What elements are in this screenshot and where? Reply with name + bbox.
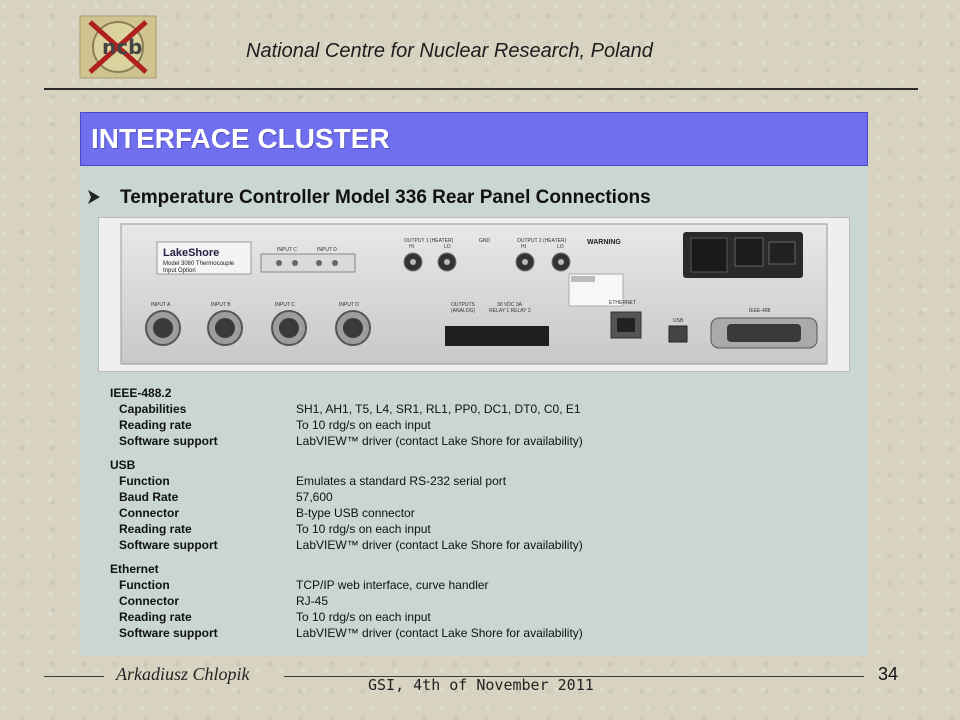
spec-value: 57,600	[296, 490, 333, 504]
warning-label: WARNING	[587, 239, 621, 246]
module-label-2: Input Option	[163, 268, 196, 274]
footer-divider-left	[44, 676, 104, 677]
spec-value: SH1, AH1, T5, L4, SR1, RL1, PP0, DC1, DT…	[296, 402, 581, 416]
spec-row: Software support LabVIEW™ driver (contact…	[110, 433, 730, 449]
spec-row: Function Emulates a standard RS-232 seria…	[110, 473, 730, 489]
spec-value: B-type USB connector	[296, 506, 415, 520]
spec-value: RJ-45	[296, 594, 329, 608]
page-number: 34	[878, 664, 899, 684]
spec-key: Reading rate	[119, 610, 192, 624]
output2-hi-label: HI	[521, 244, 526, 250]
spec-row: Reading rate To 10 rdg/s on each input	[110, 521, 730, 537]
spec-value: To 10 rdg/s on each input	[296, 522, 431, 536]
spec-key: Software support	[119, 626, 218, 640]
spec-heading: USB	[110, 458, 136, 472]
output1-hi-label: HI	[409, 244, 414, 250]
arrow-bullet-icon	[88, 190, 100, 204]
spec-row: Reading rate To 10 rdg/s on each input	[110, 417, 730, 433]
spec-key: Reading rate	[119, 522, 192, 536]
spec-row: Capabilities SH1, AH1, T5, L4, SR1, RL1, …	[110, 401, 730, 417]
usb-label: USB	[673, 318, 684, 324]
organization-title: National Centre for Nuclear Research, Po…	[246, 40, 653, 62]
interface-specifications: IEEE-488.2 Capabilities SH1, AH1, T5, L4,…	[110, 385, 730, 649]
top-input-c-label: INPUT C	[277, 247, 297, 253]
ethernet-label: ETHERNET	[609, 300, 636, 306]
spec-row: Connector B-type USB connector	[110, 505, 730, 521]
header-divider	[44, 88, 918, 90]
gnd-label: GND	[479, 238, 491, 244]
spec-group-ieee: IEEE-488.2 Capabilities SH1, AH1, T5, L4,…	[110, 385, 730, 449]
slide-title: INTERFACE CLUSTER	[91, 123, 390, 154]
spec-value: Emulates a standard RS-232 serial port	[296, 474, 507, 488]
slide-title-bar: INTERFACE CLUSTER	[80, 112, 868, 166]
spec-key: Reading rate	[119, 418, 192, 432]
top-input-d-label: INPUT D	[317, 247, 337, 253]
spec-key: Function	[119, 578, 170, 592]
relays-label: RELAY 1 RELAY 2	[489, 308, 531, 314]
spec-key: Connector	[119, 506, 179, 520]
module-label-1: Model 3060 Thermocouple	[163, 261, 235, 267]
input-b-label: INPUT B	[211, 302, 231, 308]
input-c-label: INPUT C	[275, 302, 295, 308]
spec-key: Software support	[119, 538, 218, 552]
spec-group-usb: USB Function Emulates a standard RS-232 s…	[110, 457, 730, 553]
output1-lo-label: LO	[444, 244, 451, 250]
input-a-label: INPUT A	[151, 302, 171, 308]
spec-row: Function TCP/IP web interface, curve hand…	[110, 577, 730, 593]
spec-group-ethernet: Ethernet Function TCP/IP web interface, c…	[110, 561, 730, 641]
author-name: Arkadiusz Chlopik	[116, 664, 250, 684]
spec-key: Software support	[119, 434, 218, 448]
spec-row: Connector RJ-45	[110, 593, 730, 609]
brand-label: LakeShore	[163, 247, 219, 259]
spec-key: Capabilities	[119, 402, 187, 416]
spec-value: LabVIEW™ driver (contact Lake Shore for …	[296, 626, 583, 640]
spec-heading: IEEE-488.2	[110, 386, 172, 400]
output2-lo-label: LO	[557, 244, 564, 250]
rear-panel-photo: LakeShore Model 3060 Thermocouple Input …	[98, 217, 850, 372]
spec-value: LabVIEW™ driver (contact Lake Shore for …	[296, 538, 583, 552]
spec-row: Software support LabVIEW™ driver (contact…	[110, 537, 730, 553]
spec-value: To 10 rdg/s on each input	[296, 418, 431, 432]
input-d-label: INPUT D	[339, 302, 359, 308]
svg-text:ncb: ncb	[102, 35, 142, 59]
spec-row: Reading rate To 10 rdg/s on each input	[110, 609, 730, 625]
ncbj-logo: ncb	[78, 14, 158, 80]
spec-key: Baud Rate	[119, 490, 179, 504]
spec-key: Connector	[119, 594, 179, 608]
spec-row: Software support LabVIEW™ driver (contact…	[110, 625, 730, 641]
slide-subtitle: Temperature Controller Model 336 Rear Pa…	[120, 187, 651, 208]
event-info: GSI, 4th of November 2011	[368, 676, 594, 694]
spec-key: Function	[119, 474, 170, 488]
spec-value: To 10 rdg/s on each input	[296, 610, 431, 624]
spec-value: TCP/IP web interface, curve handler	[296, 578, 489, 592]
spec-heading: Ethernet	[110, 562, 159, 576]
spec-value: LabVIEW™ driver (contact Lake Shore for …	[296, 434, 583, 448]
spec-row: Baud Rate 57,600	[110, 489, 730, 505]
ieee-label: IEEE-488	[749, 308, 771, 314]
analog-label: (ANALOG)	[451, 308, 476, 314]
